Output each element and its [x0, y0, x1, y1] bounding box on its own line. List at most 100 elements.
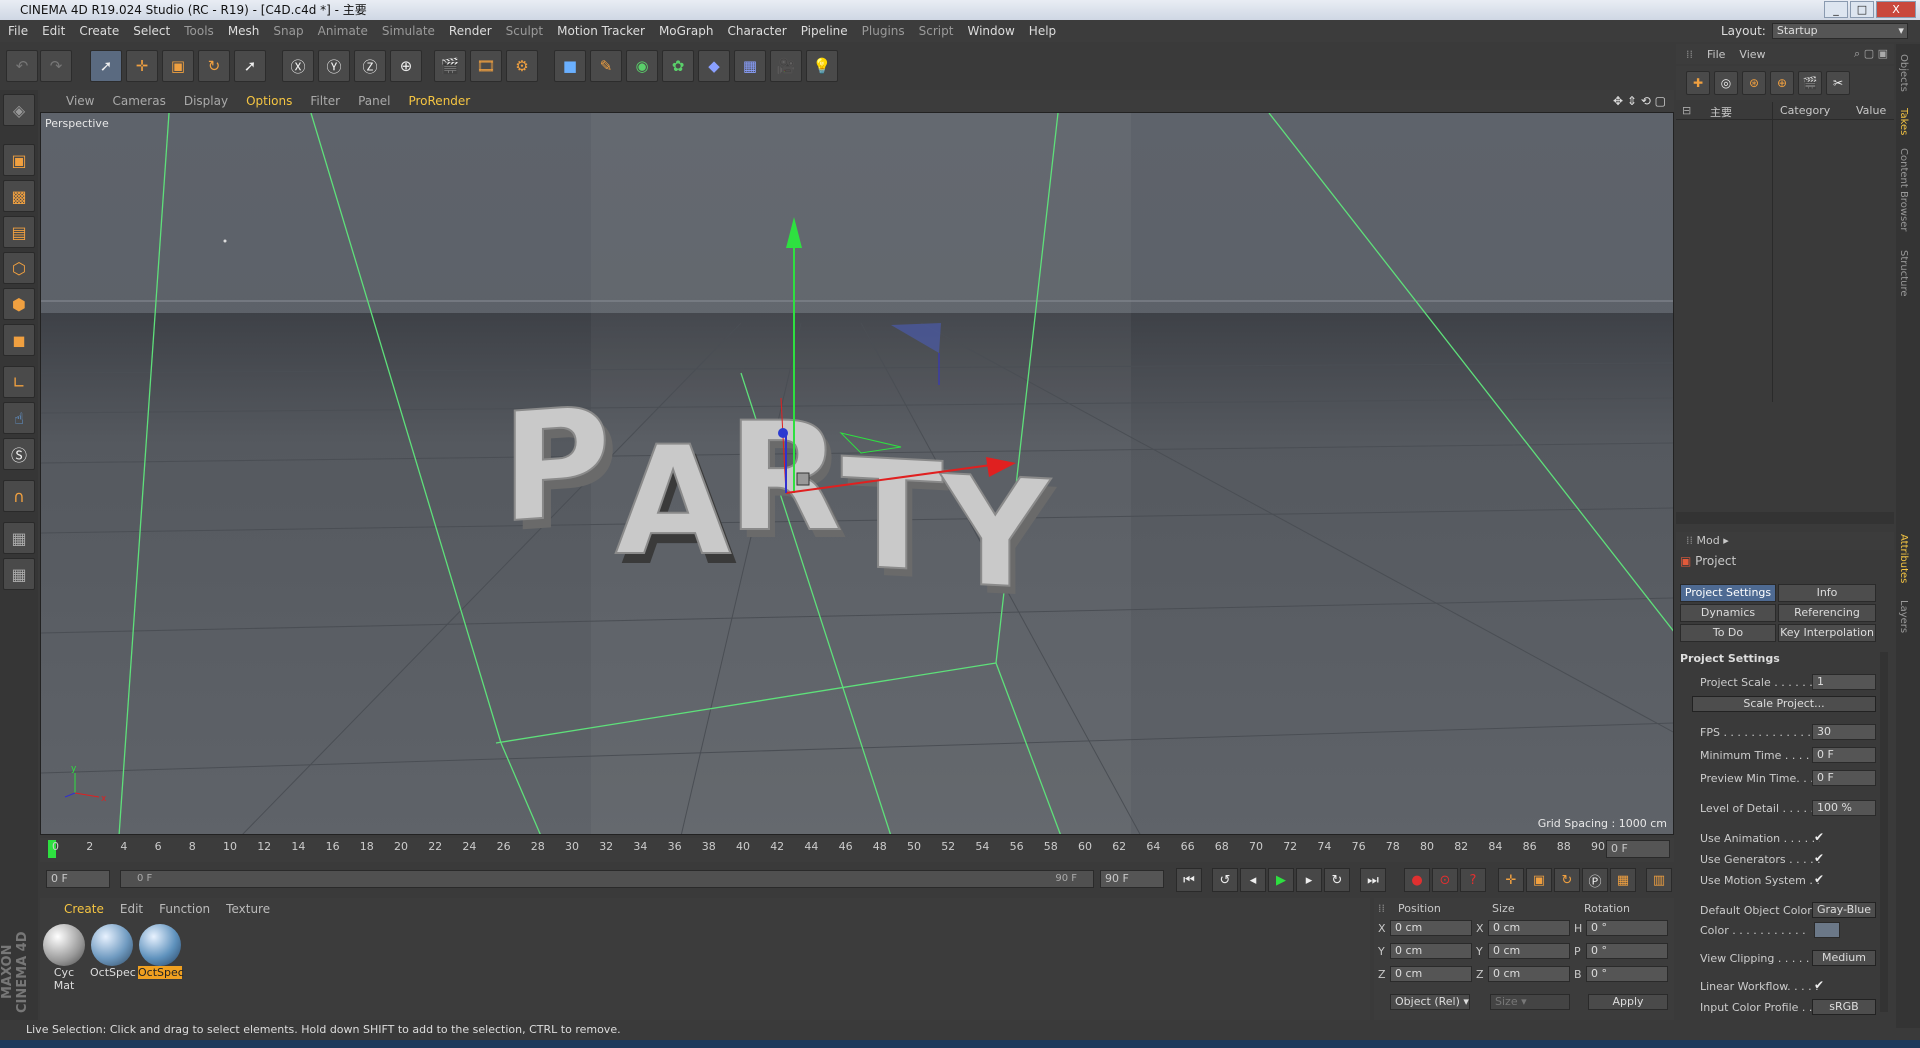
side-tab-attributes[interactable]: Attributes [1898, 534, 1909, 583]
position-x-field[interactable]: 0 cm [1390, 920, 1472, 936]
use-animation-checkbox[interactable]: ✔ [1814, 830, 1824, 844]
side-tab-content-browser[interactable]: Content Browser [1898, 148, 1909, 231]
tab-project-settings[interactable]: Project Settings [1680, 584, 1776, 602]
menu-help[interactable]: Help [1029, 24, 1056, 38]
lock-workplane-icon[interactable]: ▦ [3, 522, 35, 554]
obj-menu-file[interactable]: File [1707, 48, 1725, 61]
render-settings-icon[interactable]: ⚙ [506, 50, 538, 82]
color-swatch[interactable] [1814, 922, 1840, 938]
live-selection-icon[interactable]: ➚ [90, 50, 122, 82]
current-frame-field[interactable]: 0 F [1606, 840, 1670, 858]
viewport-nav-icons[interactable]: ✥ ⇕ ⟲ ▢ [1613, 94, 1674, 108]
new-take-icon[interactable]: ✚ [1686, 71, 1710, 95]
start-frame-field[interactable]: 0 F [46, 870, 110, 888]
z-axis-icon[interactable]: Ⓩ [354, 50, 386, 82]
fps-field[interactable]: 30 [1812, 724, 1876, 740]
menu-mesh[interactable]: Mesh [228, 24, 260, 38]
preview-min-time-field[interactable]: 0 F [1812, 770, 1876, 786]
undo-icon[interactable]: ↶ [6, 50, 38, 82]
mat-menu-create[interactable]: Create [64, 902, 104, 916]
material-swatch[interactable]: OctSpec [90, 924, 136, 979]
scale-icon[interactable]: ▣ [162, 50, 194, 82]
timeline-window-icon[interactable]: ▥ [1646, 868, 1672, 892]
menu-window[interactable]: Window [967, 24, 1014, 38]
search-icon[interactable]: ⌕ ▢ ▣ [1854, 47, 1894, 61]
rotation-key-icon[interactable]: ↻ [1554, 868, 1580, 892]
menu-script[interactable]: Script [919, 24, 954, 38]
record-icon[interactable]: ● [1404, 868, 1430, 892]
menu-plugins[interactable]: Plugins [862, 24, 905, 38]
planar-workplane-icon[interactable]: ▦ [3, 558, 35, 590]
vp-menu-filter[interactable]: Filter [310, 94, 340, 108]
menu-create[interactable]: Create [79, 24, 119, 38]
y-axis-icon[interactable]: Ⓨ [318, 50, 350, 82]
pen-icon[interactable]: ✎ [590, 50, 622, 82]
menu-animate[interactable]: Animate [318, 24, 368, 38]
minimize-button[interactable]: _ [1824, 1, 1848, 18]
tab-key-interpolation[interactable]: Key Interpolation [1778, 624, 1876, 642]
cube-icon[interactable]: ■ [554, 50, 586, 82]
linear-workflow-checkbox[interactable]: ✔ [1814, 978, 1824, 992]
apply-button[interactable]: Apply [1588, 994, 1668, 1010]
floor-icon[interactable]: ▦ [734, 50, 766, 82]
autokey-icon[interactable]: ⊙ [1432, 868, 1458, 892]
menu-select[interactable]: Select [133, 24, 170, 38]
minimum-time-field[interactable]: 0 F [1812, 747, 1876, 763]
side-tab-objects[interactable]: Objects [1898, 54, 1909, 92]
coord-mode-dropdown[interactable]: Object (Rel) ▾ [1390, 994, 1470, 1010]
position-z-field[interactable]: 0 cm [1390, 966, 1472, 982]
solo-icon[interactable]: Ⓢ [3, 438, 35, 470]
menu-snap[interactable]: Snap [273, 24, 303, 38]
take-auto-icon[interactable]: ⊛ [1742, 71, 1766, 95]
play-icon[interactable]: ▶ [1268, 868, 1294, 892]
maximize-button[interactable]: □ [1850, 1, 1874, 18]
side-tab-structure[interactable]: Structure [1898, 250, 1909, 297]
next-frame-icon[interactable]: ▸ [1296, 868, 1322, 892]
menu-pipeline[interactable]: Pipeline [801, 24, 848, 38]
rotation-p-field[interactable]: 0 ° [1586, 943, 1668, 959]
vp-menu-display[interactable]: Display [184, 94, 228, 108]
size-z-field[interactable]: 0 cm [1488, 966, 1570, 982]
tweak-mode-icon[interactable]: ☝ [3, 402, 35, 434]
goto-end-icon[interactable]: ⏭ [1360, 868, 1386, 892]
move-icon[interactable]: ✛ [126, 50, 158, 82]
size-x-field[interactable]: 0 cm [1488, 920, 1570, 936]
layout-dropdown[interactable]: Startup ▾ [1771, 23, 1908, 39]
axis-mode-icon[interactable]: ∟ [3, 366, 35, 398]
menu-motion-tracker[interactable]: Motion Tracker [557, 24, 645, 38]
timeline-ruler[interactable]: 0 2 4 6 8 10 12 14 16 18 20 22 24 26 28 30 32 34 36 38 40 42 4… [40, 838, 1674, 862]
menu-mograph[interactable]: MoGraph [659, 24, 714, 38]
menu-file[interactable]: File [8, 24, 28, 38]
goto-start-icon[interactable]: ⏮ [1176, 868, 1202, 892]
tab-to-do[interactable]: To Do [1680, 624, 1776, 642]
mat-menu-edit[interactable]: Edit [120, 902, 143, 916]
vp-menu-view[interactable]: View [66, 94, 94, 108]
take-root-item[interactable]: 主要 [1710, 104, 1732, 120]
recent-tool-icon[interactable]: ➚ [234, 50, 266, 82]
tab-referencing[interactable]: Referencing [1778, 604, 1876, 622]
prev-key-icon[interactable]: ↺ [1212, 868, 1238, 892]
menu-render[interactable]: Render [449, 24, 492, 38]
project-scale-field[interactable]: 1 [1812, 674, 1876, 690]
next-key-icon[interactable]: ↻ [1324, 868, 1350, 892]
redo-icon[interactable]: ↷ [40, 50, 72, 82]
frame-range-slider[interactable]: 0 F 90 F [120, 870, 1094, 888]
subdivision-icon[interactable]: ◉ [626, 50, 658, 82]
view-clipping-dropdown[interactable]: Medium [1812, 950, 1876, 966]
menu-sculpt[interactable]: Sculpt [506, 24, 543, 38]
cloner-icon[interactable]: ✿ [662, 50, 694, 82]
light-icon[interactable]: 💡 [806, 50, 838, 82]
menu-tools[interactable]: Tools [184, 24, 214, 38]
points-mode-icon[interactable]: ⬡ [3, 252, 35, 284]
material-swatch[interactable]: Cyc Mat [42, 924, 86, 992]
level-of-detail-field[interactable]: 100 % [1812, 800, 1876, 816]
use-motion-system-checkbox[interactable]: ✔ [1814, 872, 1824, 886]
menu-edit[interactable]: Edit [42, 24, 65, 38]
obj-menu-view[interactable]: View [1739, 48, 1765, 61]
vp-menu-prorender[interactable]: ProRender [408, 94, 470, 108]
tab-dynamics[interactable]: Dynamics [1680, 604, 1776, 622]
texture-mode-icon[interactable]: ▩ [3, 180, 35, 212]
size-mode-dropdown[interactable]: Size ▾ [1490, 994, 1570, 1010]
default-object-color-dropdown[interactable]: Gray-Blue [1812, 902, 1876, 918]
camera-icon[interactable]: 🎥 [770, 50, 802, 82]
